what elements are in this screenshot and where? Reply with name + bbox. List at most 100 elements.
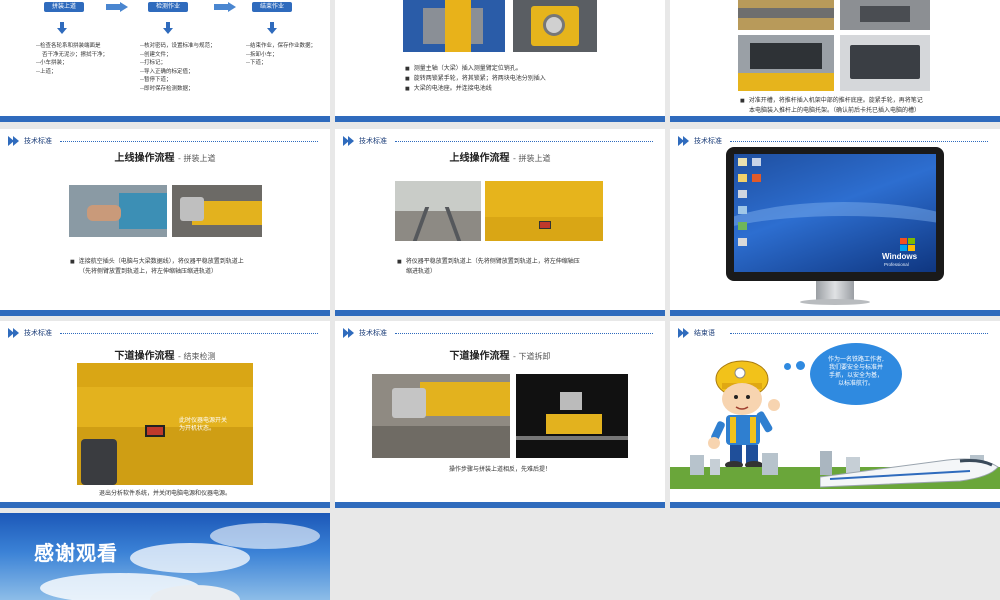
caption-line: 本电脑装入推杆上的电脑托架。（确认前后卡托已插入电脑的槽） <box>749 107 921 114</box>
slide3-caption: 对准开槽，将推杆插入机架中部的推杆底座。旋紧手轮，再将笔记 本电脑装入推杆上的电… <box>740 96 990 115</box>
section-header: 技术标准 <box>8 135 318 149</box>
photo-night-track <box>516 374 628 458</box>
header-label: 技术标准 <box>359 137 387 145</box>
desktop-icon[interactable] <box>738 222 747 230</box>
step-item: --创建文件； <box>140 51 172 58</box>
slide4-caption: 连接航空插头（电脑与大梁数据线），将仪器平稳放置到轨道上 （先将侧臂放置到轨道上… <box>70 257 320 276</box>
desktop-icon[interactable] <box>738 238 747 246</box>
cloud <box>130 543 250 573</box>
down-arrow-icon <box>57 22 67 34</box>
slide-footer-bar <box>670 502 1000 508</box>
windows-desktop[interactable]: Windows Professional <box>734 154 936 272</box>
speech-dot <box>784 363 791 370</box>
slide2-caption: 测量主轴（大梁）插入测量臂定位销孔。 旋转两锁紧手轮，将其锁紧；将两块电池分别插… <box>405 64 645 94</box>
step-item: --即时保存检测数据； <box>140 85 194 92</box>
slide-footer-bar <box>0 310 330 316</box>
photo-beam-insert <box>403 0 505 52</box>
photo-rail-removal <box>372 374 510 458</box>
speech-dot <box>796 361 805 370</box>
slide-title: 下道操作流程 - 下道拆卸 <box>449 351 551 362</box>
slide-6-monitor[interactable]: 技术标准 Windows Professional <box>670 129 1000 316</box>
slide-3-laptop-mount[interactable]: 对准开槽，将推杆插入机架中部的推杆底座。旋紧手轮，再将笔记 本电脑装入推杆上的电… <box>670 0 1000 122</box>
header-divider <box>730 141 988 142</box>
desktop-icon[interactable] <box>752 174 761 182</box>
header-arrow-icon <box>678 328 689 338</box>
monitor-stand-neck <box>816 281 854 301</box>
slide-9-conclusion[interactable]: 结束语 作为一名铁路工作者, 我们要安全与标准并 手抓，以安全为基， 以标准航行… <box>670 321 1000 508</box>
caption-line: 测量主轴（大梁）插入测量臂定位销孔。 <box>405 64 645 74</box>
step-item: --上道； <box>36 68 57 75</box>
windows-edition: Professional <box>884 262 909 267</box>
thanks-title: 感谢观看 <box>34 541 118 565</box>
caption-line: 缩进轨道） <box>406 268 437 275</box>
flow-box-assemble: 拼装上道 <box>44 2 84 12</box>
windows-logo-icon <box>900 238 915 251</box>
slide-footer-bar <box>0 116 330 122</box>
caption-line: （先将侧臂放置到轨道上，将左伸缩轴压缩进轨道） <box>79 268 218 275</box>
header-label: 技术标准 <box>24 329 52 337</box>
desktop-icon[interactable] <box>752 158 761 166</box>
caption-line: 旋转两锁紧手轮，将其锁紧；将两块电池分别插入 <box>405 74 645 84</box>
slide-title: 上线操作流程 - 拼装上道 <box>449 153 551 164</box>
slide-footer-bar <box>0 502 330 508</box>
slide-8-offline-disassemble[interactable]: 技术标准 下道操作流程 - 下道拆卸 操作步骤与拼装上道相反，先难后提！ <box>335 321 665 508</box>
slide-4-online-assembly[interactable]: 技术标准 上线操作流程 - 拼装上道 连接航空插头（电脑与大梁数据线），将仪器平… <box>0 129 330 316</box>
step-list-assemble: --检查各轮系和拼装端面是 否干净无泥沙；擦拭干净； --小车拼装； --上道； <box>36 42 136 76</box>
section-header: 技术标准 <box>343 327 653 341</box>
header-arrow-icon <box>343 136 354 146</box>
header-divider <box>60 141 318 142</box>
speech-bubble: 作为一名铁路工作者, 我们要安全与标准并 手抓，以安全为基， 以标准航行。 <box>810 343 902 405</box>
desktop-icon[interactable] <box>738 190 747 198</box>
photo-pushrod-base <box>840 0 930 30</box>
slide-footer-bar <box>335 310 665 316</box>
header-divider <box>60 333 318 334</box>
right-arrow-icon <box>214 2 236 12</box>
step-list-finish: --结束作业，保存作业数据； --拆卸小车； --下道； <box>246 42 330 68</box>
slide-5-online-placement[interactable]: 技术标准 上线操作流程 - 拼装上道 将仪器平稳放置到轨道上（先将侧臂放置到轨道… <box>335 129 665 316</box>
section-header: 结束语 <box>678 327 988 341</box>
header-divider <box>395 333 653 334</box>
slide-footer-bar <box>670 310 1000 316</box>
step-item: --打标记； <box>140 60 166 66</box>
header-label: 结束语 <box>694 329 715 337</box>
slide-footer-bar <box>335 116 665 122</box>
flow-box-finish: 结束作业 <box>252 2 292 12</box>
photo-power-switch: 此时仪器电源开关 为开机状态。 <box>77 363 253 485</box>
desktop-icon[interactable] <box>738 206 747 214</box>
slide-footer-bar <box>670 116 1000 122</box>
slide-title: 下道操作流程 - 结束检测 <box>114 351 216 362</box>
photo-laptop-mounted <box>840 35 930 91</box>
section-header: 技术标准 <box>343 135 653 149</box>
desktop-icon[interactable] <box>738 174 747 182</box>
caption-line: 对准开槽，将推杆插入机架中部的推杆底座。旋紧手轮，再将笔记 <box>740 96 990 106</box>
step-item: --拆卸小车； <box>246 51 278 58</box>
slide8-caption: 操作步骤与拼装上道相反，先难后提！ <box>448 466 551 473</box>
header-arrow-icon <box>8 136 19 146</box>
slide-7-offline-detect[interactable]: 技术标准 下道操作流程 - 结束检测 此时仪器电源开关 为开机状态。 退出分析软… <box>0 321 330 508</box>
photo-rail-placement <box>172 185 262 237</box>
down-arrow-icon <box>267 22 277 34</box>
photo-laptop-tray <box>738 35 834 91</box>
header-arrow-icon <box>8 328 19 338</box>
step-item: --小车拼装； <box>36 60 68 66</box>
header-label: 技术标准 <box>24 137 52 145</box>
step-item: --导入正确的标定值； <box>140 68 194 75</box>
monitor: Windows Professional <box>726 147 944 281</box>
slide-title: 上线操作流程 - 拼装上道 <box>114 153 216 164</box>
monitor-stand-base <box>800 299 870 305</box>
header-label: 技术标准 <box>359 329 387 337</box>
slide-1-flowchart[interactable]: 拼装上道 检测作业 结束作业 --检查各轮系和拼装端面是 否干净无泥沙；擦拭干净… <box>0 0 330 122</box>
right-arrow-icon <box>106 2 128 12</box>
photo-yellow-beam <box>485 181 603 241</box>
step-list-detect: --核对密码，设置标准与规范； --创建文件； --打标记； --导入正确的标定… <box>140 42 240 93</box>
step-item: --下道； <box>246 60 267 66</box>
photo-aviation-plug <box>69 185 167 237</box>
photo-track-site <box>395 181 481 241</box>
desktop-icon[interactable] <box>738 158 747 166</box>
down-arrow-icon <box>163 22 173 34</box>
slide-2-assembly-photos[interactable]: 测量主轴（大梁）插入测量臂定位销孔。 旋转两锁紧手轮，将其锁紧；将两块电池分别插… <box>335 0 665 122</box>
power-switch <box>145 425 165 437</box>
slide-10-thanks[interactable]: 感谢观看 <box>0 513 330 600</box>
flow-box-detect: 检测作业 <box>148 2 188 12</box>
slide7-caption: 退出分析软件系统，并关闭电脑电源和仪器电源。 <box>98 490 231 497</box>
